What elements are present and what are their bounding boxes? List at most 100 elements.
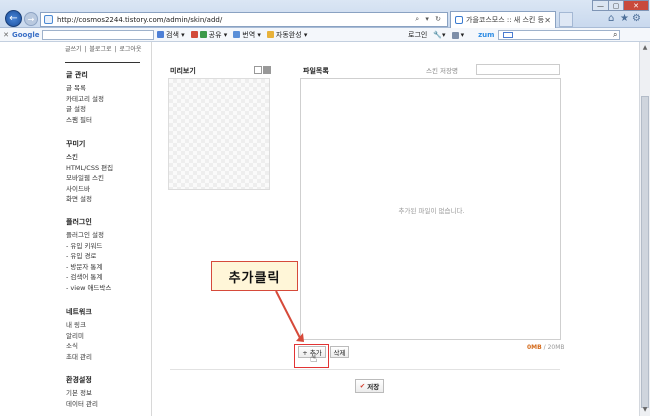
- view-dark-icon[interactable]: [263, 66, 271, 74]
- hand-cursor-icon: ☝: [310, 351, 318, 365]
- toolbar-autofill-label: 자동완성 ▾: [275, 30, 308, 39]
- settings-gear-icon[interactable]: ⚙: [632, 13, 641, 24]
- zum-logo: zum: [478, 31, 495, 39]
- sidebar-item-inflow-paths[interactable]: - 유입 경로: [66, 250, 111, 261]
- scroll-up-icon[interactable]: ▲: [641, 44, 649, 52]
- annotation-callout: 추가클릭: [211, 261, 298, 291]
- home-icon[interactable]: ⌂: [608, 13, 614, 24]
- sidebar-item-visitor-stats[interactable]: - 방문자 통계: [66, 261, 111, 272]
- zum-mode-icon: [503, 32, 514, 38]
- zum-search-input[interactable]: ⌕: [498, 30, 621, 40]
- save-label: 저장: [367, 383, 380, 391]
- preview-view-toggle[interactable]: [253, 66, 271, 74]
- logout-link[interactable]: 로그아웃: [119, 46, 141, 53]
- sidebar-group-plugins: 플러그인 플러그인 설정 - 유입 키워드 - 유입 경로 - 방문자 통계 -…: [66, 217, 111, 292]
- toolbar-share-label: 공유 ▾: [208, 30, 228, 39]
- sidebar-item-spam-filter[interactable]: 스팸 필터: [66, 114, 104, 125]
- translate-icon: [233, 31, 241, 38]
- sidebar-item-my-links[interactable]: 내 링크: [66, 319, 92, 330]
- tab-favicon-icon: [455, 16, 463, 24]
- url-text[interactable]: http://cosmos2244.tistory.com/admin/skin…: [57, 16, 415, 24]
- page-favicon-icon: [44, 15, 53, 24]
- sidebar-item-screen-settings[interactable]: 화면 설정: [66, 193, 113, 204]
- sidebar-group-posts: 글 관리 글 목록 카테고리 설정 글 설정 스팸 필터: [66, 70, 104, 124]
- sidebar-item-news[interactable]: 소식: [66, 340, 92, 351]
- sidebar-item-mobile-skin[interactable]: 모바일웹 스킨: [66, 172, 113, 183]
- sidebar-item-sidebar[interactable]: 사이드바: [66, 183, 113, 194]
- admin-sidebar: 글쓰기 | 블로그로 | 로그아웃 글 관리 글 목록 카테고리 설정 글 설정…: [60, 42, 150, 416]
- share-alt-icon: [199, 31, 207, 38]
- quota-total: / 20MB: [543, 344, 565, 351]
- save-button[interactable]: ✔ 저장: [355, 379, 384, 393]
- skin-name-input[interactable]: [476, 64, 560, 75]
- quota-used: 0MB: [527, 344, 542, 351]
- sidebar-item-basic-info[interactable]: 기본 정보: [66, 387, 98, 398]
- toolbar-autofill-button[interactable]: 자동완성 ▾: [266, 30, 308, 40]
- window-minimize-button[interactable]: —: [592, 0, 609, 11]
- bottom-divider: [170, 369, 560, 370]
- sidebar-item-invites[interactable]: 초대 관리: [66, 351, 92, 362]
- back-arrow-icon: ←: [9, 13, 18, 24]
- scroll-thumb[interactable]: [641, 96, 649, 408]
- zum-search-icon[interactable]: ⌕: [613, 30, 617, 40]
- go-to-blog-link[interactable]: 블로그로: [89, 46, 111, 53]
- storage-quota: 0MB / 20MB: [527, 344, 565, 351]
- wrench-icon[interactable]: 🔧▾: [433, 31, 445, 39]
- autofill-pencil-icon: [266, 31, 274, 38]
- back-button[interactable]: ←: [5, 10, 22, 27]
- sidebar-item-category[interactable]: 카테고리 설정: [66, 93, 104, 104]
- toolbar-login-link[interactable]: 로그인: [408, 30, 427, 40]
- sidebar-heading[interactable]: 꾸미기: [66, 139, 113, 149]
- google-toolbar: ✕ Google 검색 ▾ 공유 ▾ 번역 ▾ 자동완성 ▾ 로그인 🔧▾ ▾ …: [0, 28, 650, 42]
- toolbar-share-button[interactable]: 공유 ▾: [190, 30, 228, 40]
- favorites-star-icon[interactable]: ★: [620, 13, 629, 24]
- vertical-scrollbar[interactable]: ▲ ▼: [639, 42, 650, 416]
- sidebar-heading[interactable]: 플러그인: [66, 217, 111, 227]
- sidebar-item-view-adbox[interactable]: - view 애드박스: [66, 282, 111, 293]
- tab-active[interactable]: 가을코스모스 :: 새 스킨 등록 ✕: [450, 11, 556, 28]
- sidebar-item-inflow-keywords[interactable]: - 유입 키워드: [66, 240, 111, 251]
- sidebar-item-post-list[interactable]: 글 목록: [66, 82, 104, 93]
- sidebar-item-notifier[interactable]: 알리미: [66, 330, 92, 341]
- address-tools[interactable]: ⌕ ▾ ↻: [415, 15, 447, 24]
- toolbar-extra-caret: ▾: [460, 31, 465, 39]
- window-maximize-button[interactable]: ▢: [608, 0, 624, 11]
- sidebar-heading[interactable]: 글 관리: [66, 70, 104, 80]
- tab-title[interactable]: 가을코스모스 :: 새 스킨 등록: [466, 15, 544, 25]
- file-list-box[interactable]: 추가된 파일이 없습니다.: [300, 78, 561, 340]
- google-search-input[interactable]: [42, 29, 154, 40]
- new-tab-button[interactable]: [559, 12, 573, 27]
- empty-file-message: 추가된 파일이 없습니다.: [398, 207, 465, 215]
- file-list-title: 파일목록: [303, 67, 329, 75]
- address-bar[interactable]: http://cosmos2244.tistory.com/admin/skin…: [40, 12, 448, 27]
- sidebar-item-search-stats[interactable]: - 검색어 통계: [66, 271, 111, 282]
- tab-close-icon[interactable]: ✕: [544, 16, 551, 25]
- toolbar-right-group: 로그인 🔧▾ ▾ zum ⌕: [408, 28, 621, 42]
- sidebar-item-data-management[interactable]: 데이터 관리: [66, 398, 98, 409]
- sidebar-item-plugin-settings[interactable]: 플러그인 설정: [66, 229, 111, 240]
- sidebar-group-settings: 환경설정 기본 정보 데이터 관리: [66, 375, 98, 408]
- scroll-down-icon[interactable]: ▼: [641, 406, 649, 414]
- toolbar-extra-dropdown[interactable]: ▾: [451, 31, 465, 39]
- sidebar-item-html-css[interactable]: HTML/CSS 편집: [66, 162, 113, 173]
- preview-title: 미리보기: [170, 67, 196, 75]
- toolbar-close-icon[interactable]: ✕: [0, 31, 12, 39]
- toolbar-search-button[interactable]: 검색 ▾: [157, 30, 185, 40]
- extension-icon: [451, 31, 459, 39]
- toolbar-translate-button[interactable]: 번역 ▾: [233, 30, 261, 40]
- forward-button[interactable]: →: [24, 12, 38, 26]
- checkmark-icon: ✔: [359, 382, 366, 390]
- sidebar-item-skin[interactable]: 스킨: [66, 151, 113, 162]
- delete-file-button[interactable]: 삭제: [330, 346, 349, 358]
- sidebar-heading[interactable]: 환경설정: [66, 375, 98, 385]
- write-post-link[interactable]: 글쓰기: [65, 46, 82, 53]
- sidebar-heading[interactable]: 네트워크: [66, 307, 92, 317]
- sidebar-group-network: 네트워크 내 링크 알리미 소식 초대 관리: [66, 307, 92, 361]
- sidebar-group-design: 꾸미기 스킨 HTML/CSS 편집 모바일웹 스킨 사이드바 화면 설정: [66, 139, 113, 204]
- search-icon: [157, 31, 164, 38]
- window-close-button[interactable]: ✕: [623, 0, 649, 11]
- toolbar-search-label: 검색 ▾: [166, 30, 185, 39]
- sidebar-item-post-settings[interactable]: 글 설정: [66, 103, 104, 114]
- view-light-icon[interactable]: [254, 66, 262, 74]
- skin-name-label: 스킨 저장명: [426, 67, 458, 75]
